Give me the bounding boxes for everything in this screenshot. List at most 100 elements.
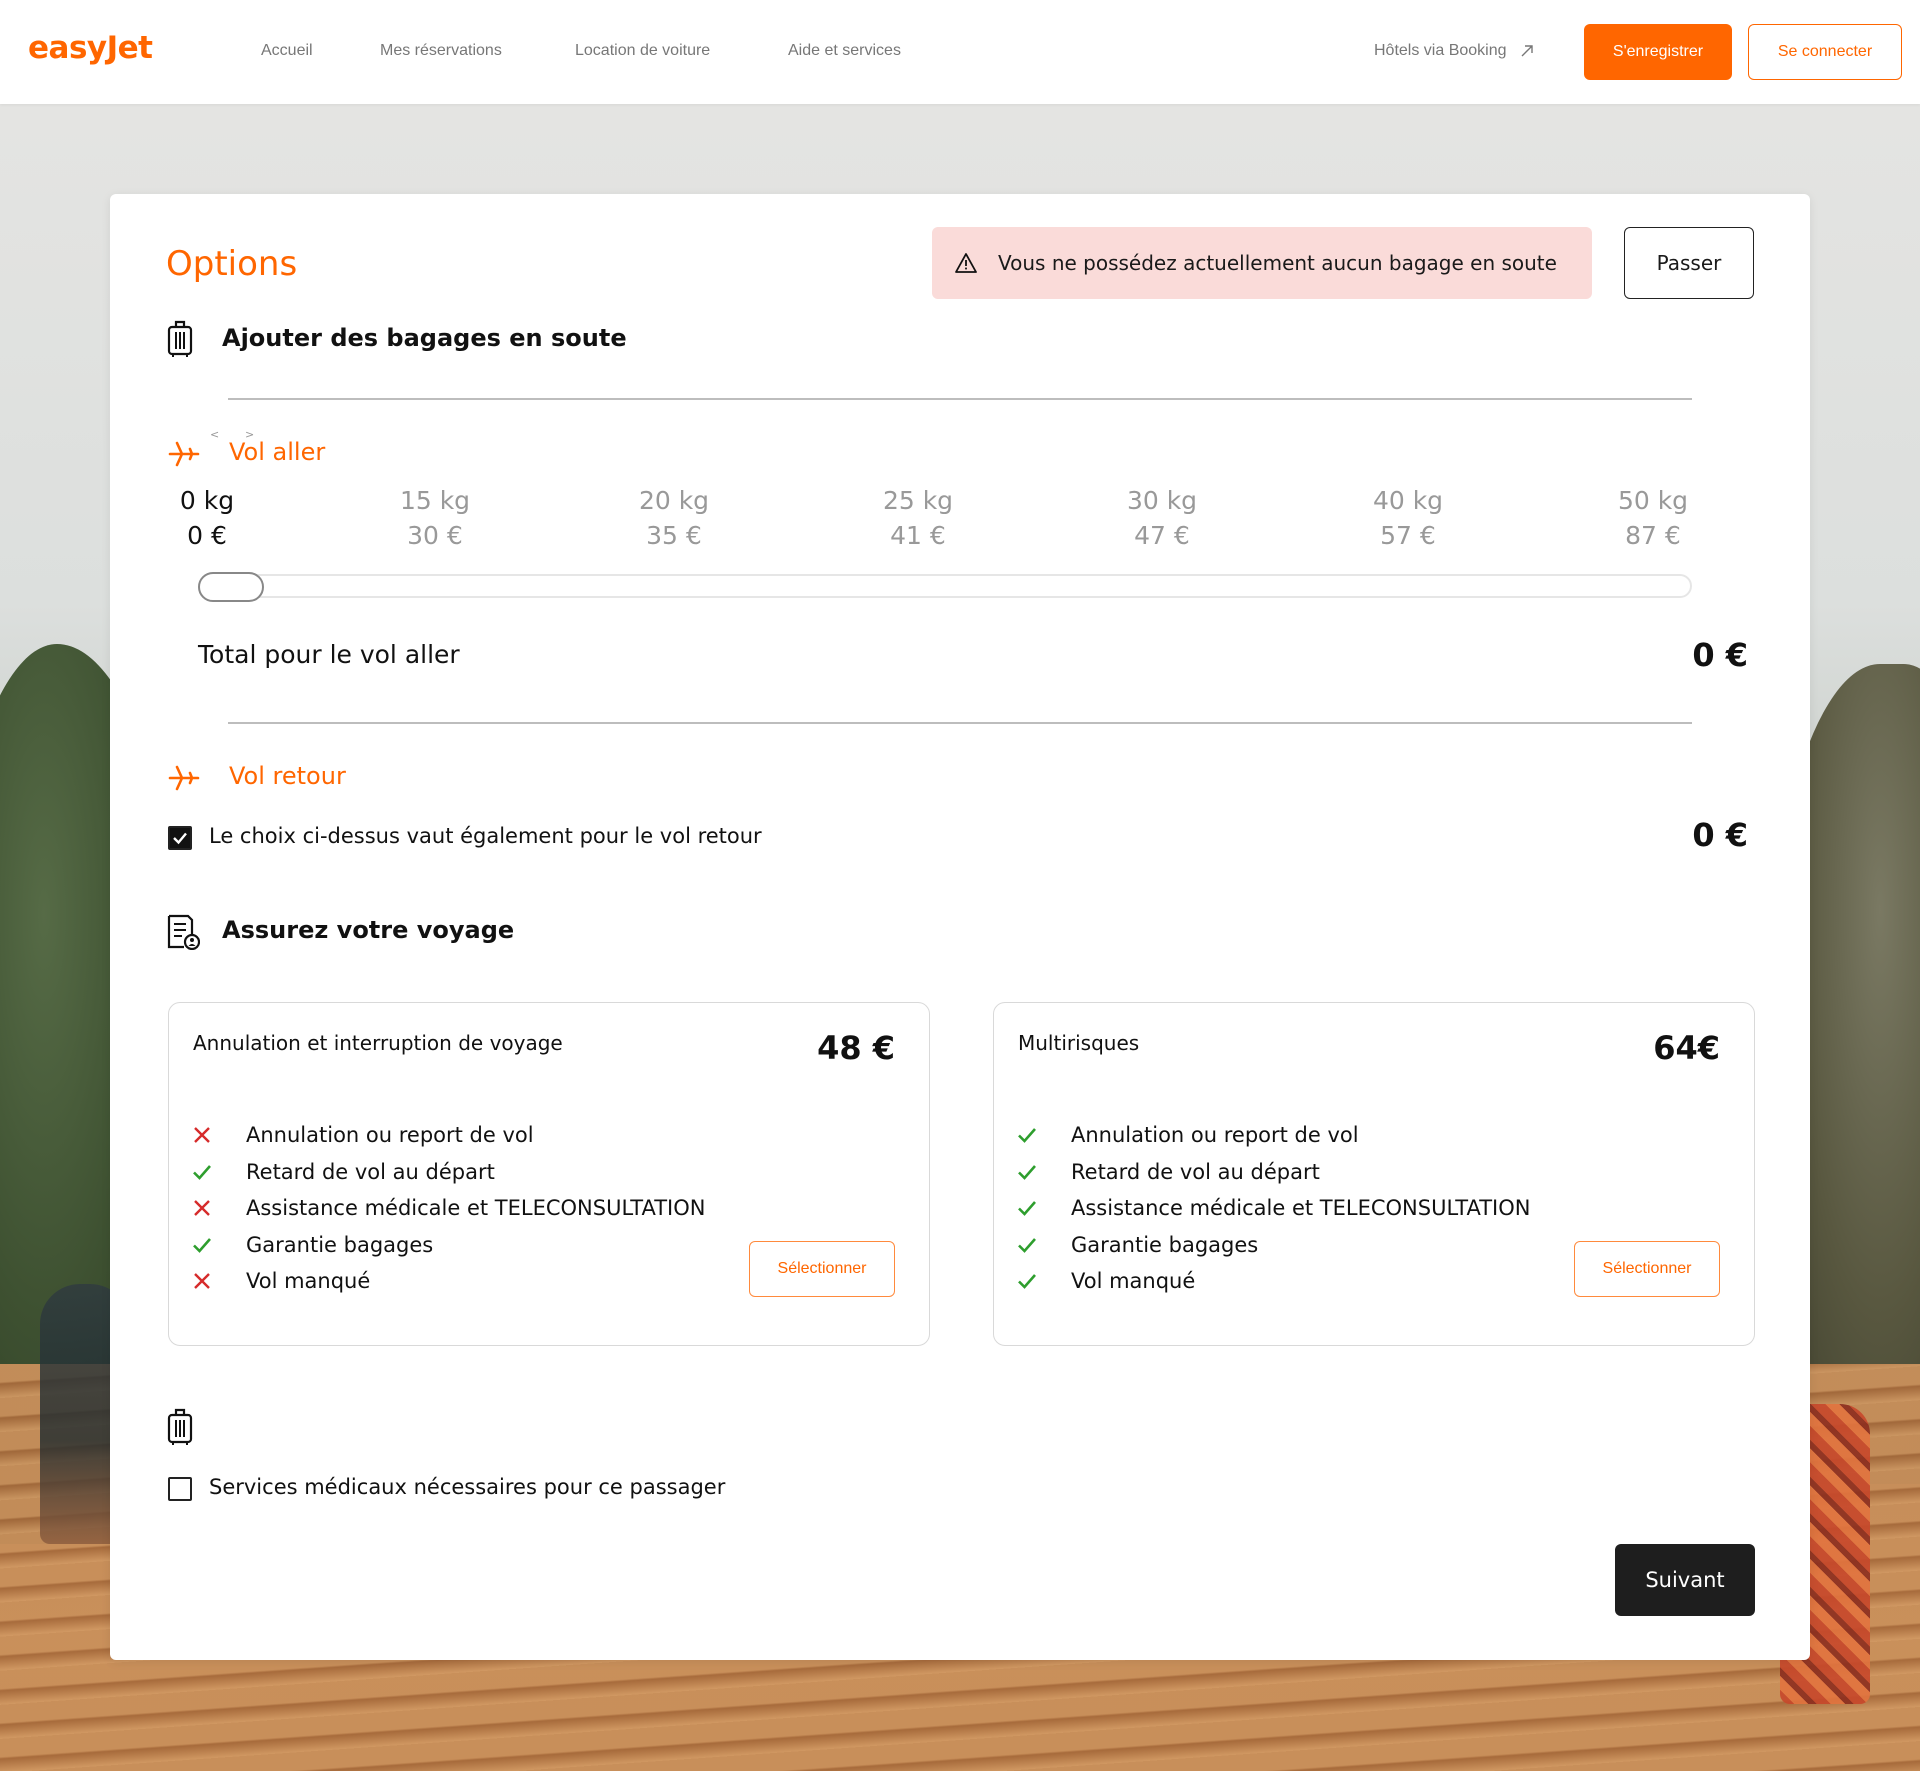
baggage-option[interactable]: 30 kg 47 € — [1107, 484, 1217, 554]
checkmark-icon — [173, 832, 187, 845]
hotels-booking-link[interactable]: Hôtels via Booking — [1374, 42, 1535, 60]
page-title: Options — [166, 244, 298, 284]
baggage-weight: 50 kg — [1617, 486, 1689, 515]
register-button[interactable]: S'enregistrer — [1584, 24, 1732, 80]
login-button[interactable]: Se connecter — [1748, 24, 1902, 80]
alert-text: Vous ne possédez actuellement aucun baga… — [998, 251, 1557, 275]
medical-services-label: Services médicaux nécessaires pour ce pa… — [209, 1475, 726, 1499]
plan-feature-item: Garantie bagages — [191, 1227, 705, 1264]
baggage-option[interactable]: 20 kg 35 € — [619, 484, 729, 554]
plan-feature-item: Garantie bagages — [1016, 1227, 1530, 1264]
baggage-weight: 0 kg — [179, 486, 235, 515]
plan-price: 48 € — [817, 1029, 895, 1067]
insurance-document-icon — [167, 914, 200, 950]
warning-icon — [955, 253, 977, 273]
baggage-slider-track[interactable] — [198, 574, 1692, 598]
insurance-plan-card: Multirisques 64€ Annulation ou report de… — [993, 1002, 1755, 1346]
plan-feature-label: Vol manqué — [246, 1269, 371, 1294]
plan-feature-label: Assistance médicale et TELECONSULTATION — [246, 1196, 706, 1221]
baggage-price: 47 € — [1134, 521, 1190, 550]
baggage-weight: 20 kg — [638, 486, 710, 515]
plan-features: Annulation ou report de vol Retard de vol… — [191, 1117, 705, 1300]
outbound-flight-label: Vol aller — [229, 438, 326, 466]
nav-mes-reservations[interactable]: Mes réservations — [380, 42, 502, 60]
baggage-weight: 40 kg — [1372, 486, 1444, 515]
top-header: easyJet Accueil Mes réservations Locatio… — [0, 0, 1920, 104]
plan-feature-label: Retard de vol au départ — [1071, 1159, 1320, 1184]
baggage-price: 57 € — [1380, 521, 1436, 550]
plan-feature-label: Assistance médicale et TELECONSULTATION — [1071, 1196, 1531, 1221]
check-icon — [1016, 1197, 1038, 1219]
baggage-weight: 25 kg — [882, 486, 954, 515]
divider — [228, 722, 1692, 724]
plan-feature-label: Retard de vol au départ — [246, 1159, 495, 1184]
baggage-weight: 15 kg — [399, 486, 471, 515]
prev-arrow-icon[interactable]: < — [210, 428, 219, 441]
external-link-icon — [1521, 45, 1533, 57]
plan-feature-label: Garantie bagages — [246, 1232, 434, 1257]
baggage-option[interactable]: 50 kg 87 € — [1598, 484, 1708, 554]
baggage-section-title: Ajouter des bagages en soute — [222, 324, 627, 352]
nav-location-voiture[interactable]: Location de voiture — [575, 42, 710, 60]
baggage-option[interactable]: 25 kg 41 € — [863, 484, 973, 554]
check-icon — [1016, 1161, 1038, 1183]
no-baggage-alert: Vous ne possédez actuellement aucun baga… — [932, 227, 1592, 299]
plan-feature-item: Assistance médicale et TELECONSULTATION — [1016, 1190, 1530, 1227]
plan-name: Multirisques — [1018, 1031, 1140, 1055]
plan-feature-label: Annulation ou report de vol — [1071, 1123, 1359, 1148]
hotels-booking-label: Hôtels via Booking — [1374, 42, 1507, 59]
plan-features: Annulation ou report de vol Retard de vol… — [1016, 1117, 1530, 1300]
plane-icon — [168, 441, 200, 467]
check-icon — [191, 1161, 213, 1183]
baggage-price: 30 € — [407, 521, 463, 550]
plan-feature-item: Vol manqué — [1016, 1263, 1530, 1300]
check-icon — [1016, 1124, 1038, 1146]
plan-feature-item: Annulation ou report de vol — [1016, 1117, 1530, 1154]
baggage-option[interactable]: 0 kg 0 € — [152, 484, 262, 554]
select-plan-button[interactable]: Sélectionner — [749, 1241, 895, 1297]
skip-button[interactable]: Passer — [1624, 227, 1754, 299]
check-icon — [1016, 1234, 1038, 1256]
plan-price: 64€ — [1653, 1029, 1720, 1067]
baggage-weight: 30 kg — [1126, 486, 1198, 515]
easyjet-logo[interactable]: easyJet — [28, 30, 153, 66]
next-button[interactable]: Suivant — [1615, 1544, 1755, 1616]
plan-feature-label: Annulation ou report de vol — [246, 1123, 534, 1148]
cross-icon — [191, 1197, 213, 1219]
cross-icon — [191, 1270, 213, 1292]
suitcase-icon — [167, 320, 193, 357]
plan-feature-item: Retard de vol au départ — [1016, 1154, 1530, 1191]
divider — [228, 398, 1692, 400]
plan-feature-label: Garantie bagages — [1071, 1232, 1259, 1257]
nav-aide-services[interactable]: Aide et services — [788, 42, 901, 60]
plane-icon — [168, 765, 200, 791]
insurance-section-title: Assurez votre voyage — [222, 916, 515, 944]
plan-name: Annulation et interruption de voyage — [193, 1031, 563, 1055]
suitcase-icon — [167, 1408, 193, 1445]
outbound-total-label: Total pour le vol aller — [198, 640, 460, 669]
return-total-value: 0 € — [1692, 816, 1748, 854]
baggage-price: 41 € — [890, 521, 946, 550]
return-flight-label: Vol retour — [229, 762, 346, 790]
options-card: Options Vous ne possédez actuellement au… — [110, 194, 1810, 1660]
baggage-option[interactable]: 15 kg 30 € — [380, 484, 490, 554]
baggage-slider-knob[interactable] — [198, 572, 264, 602]
baggage-price: 0 € — [187, 521, 227, 550]
nav-accueil[interactable]: Accueil — [261, 42, 313, 60]
plan-feature-item: Retard de vol au départ — [191, 1154, 705, 1191]
medical-services-checkbox[interactable] — [168, 1477, 192, 1501]
baggage-option[interactable]: 40 kg 57 € — [1353, 484, 1463, 554]
plan-feature-item: Assistance médicale et TELECONSULTATION — [191, 1190, 705, 1227]
same-choice-checkbox[interactable] — [168, 826, 192, 850]
plan-feature-label: Vol manqué — [1071, 1269, 1196, 1294]
plan-feature-item: Annulation ou report de vol — [191, 1117, 705, 1154]
check-icon — [1016, 1270, 1038, 1292]
baggage-price: 87 € — [1625, 521, 1681, 550]
same-choice-label: Le choix ci-dessus vaut également pour l… — [209, 824, 762, 848]
select-plan-button[interactable]: Sélectionner — [1574, 1241, 1720, 1297]
cross-icon — [191, 1124, 213, 1146]
insurance-plan-card: Annulation et interruption de voyage 48 … — [168, 1002, 930, 1346]
outbound-total-value: 0 € — [1692, 636, 1748, 674]
plan-feature-item: Vol manqué — [191, 1263, 705, 1300]
baggage-price: 35 € — [646, 521, 702, 550]
